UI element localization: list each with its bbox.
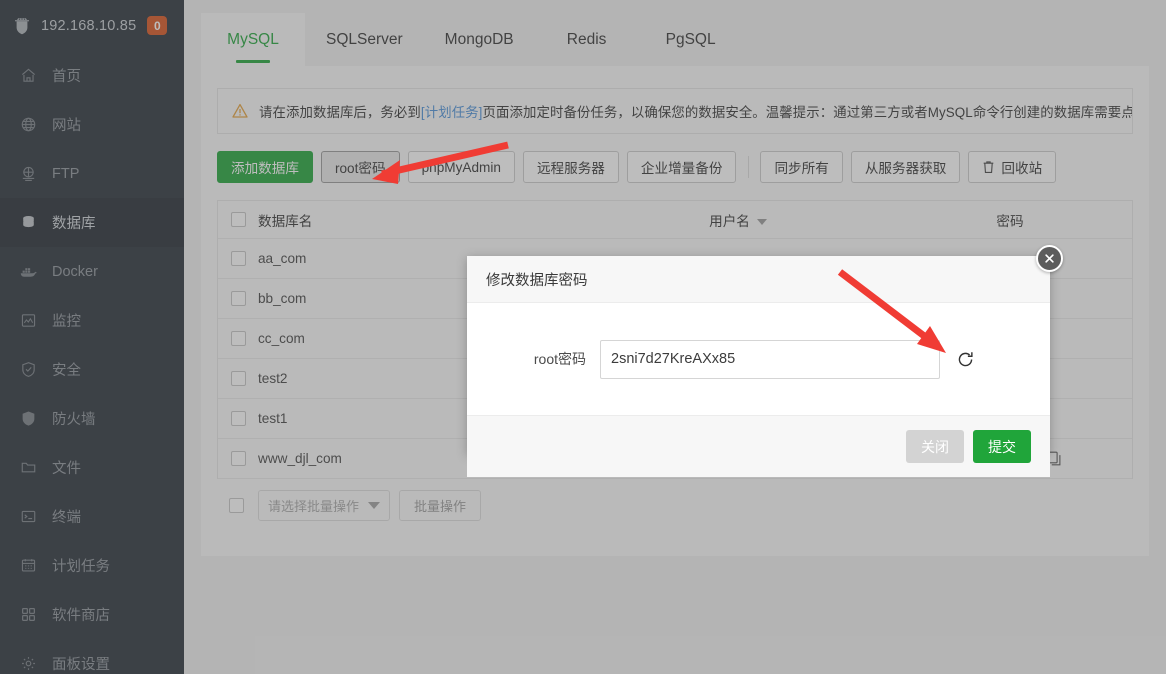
modal-footer: 关闭 提交 <box>467 415 1050 477</box>
modal-close-button[interactable]: 关闭 <box>906 430 964 463</box>
app-root: 192.168.10.85 0 首页 网站 FTP 数据库 Docker 监控 … <box>0 0 1166 674</box>
modal-body: root密码 <box>467 303 1050 415</box>
modal-title: 修改数据库密码 <box>467 256 1050 303</box>
root-password-field-label: root密码 <box>533 351 586 367</box>
modal-close-x-button[interactable] <box>1036 245 1063 272</box>
refresh-icon[interactable] <box>954 348 976 370</box>
root-password-input[interactable] <box>600 339 940 379</box>
modal-submit-button[interactable]: 提交 <box>973 430 1031 463</box>
change-db-password-modal: 修改数据库密码 root密码 关闭 提交 <box>467 256 1050 477</box>
